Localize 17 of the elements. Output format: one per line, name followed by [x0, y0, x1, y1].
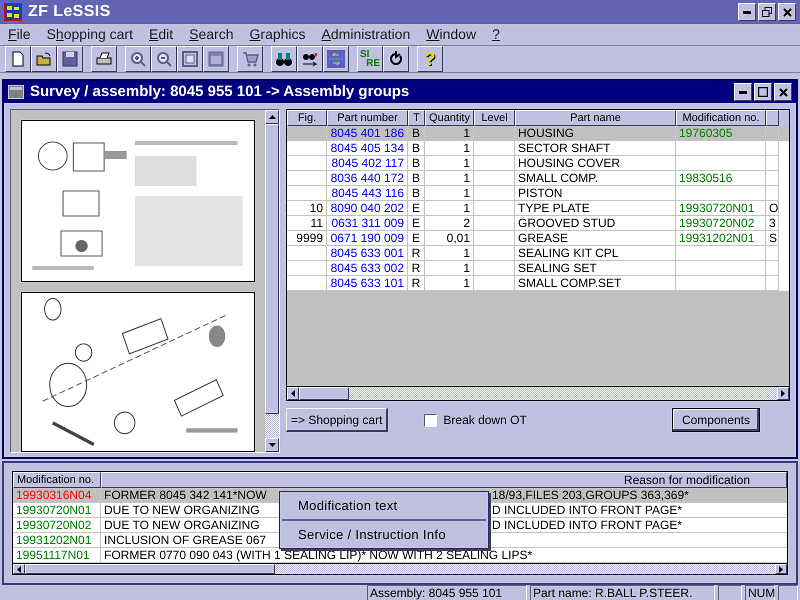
- table-cell: R: [408, 276, 425, 291]
- table-cell: 1: [425, 276, 474, 291]
- table-cell-text: D INCLUDED INTO FRONT PAGE*: [491, 503, 684, 517]
- status-part-name: Part name: R.BALL P.STEER.: [530, 585, 715, 600]
- table-cell-text: DUE TO NEW ORGANIZING: [103, 518, 261, 532]
- status-num: NUM: [745, 585, 775, 600]
- table-cell-text: DUE TO NEW ORGANIZING: [103, 503, 261, 517]
- table-cell: 8045 633 101: [327, 276, 408, 291]
- table-cell-text: 18/93,FILES 203,GROUPS 363,369*: [491, 488, 690, 502]
- window-title: ZF LeSSIS: [28, 2, 111, 22]
- child-window-title: Survey / assembly: 8045 955 101 -> Assembly groups: [30, 82, 410, 102]
- table-cell-text: D INCLUDED INTO FRONT PAGE*: [491, 518, 684, 532]
- table-cell: SMALL COMP.SET: [515, 276, 676, 291]
- table-cell-text: FORMER 8045 342 141*NOW: [103, 488, 268, 502]
- status-assembly: Assembly: 8045 955 101: [367, 585, 527, 600]
- table-cell-text: INCLUSION OF GREASE 067: [103, 533, 268, 547]
- checkbox-label: Break down OT: [443, 412, 527, 429]
